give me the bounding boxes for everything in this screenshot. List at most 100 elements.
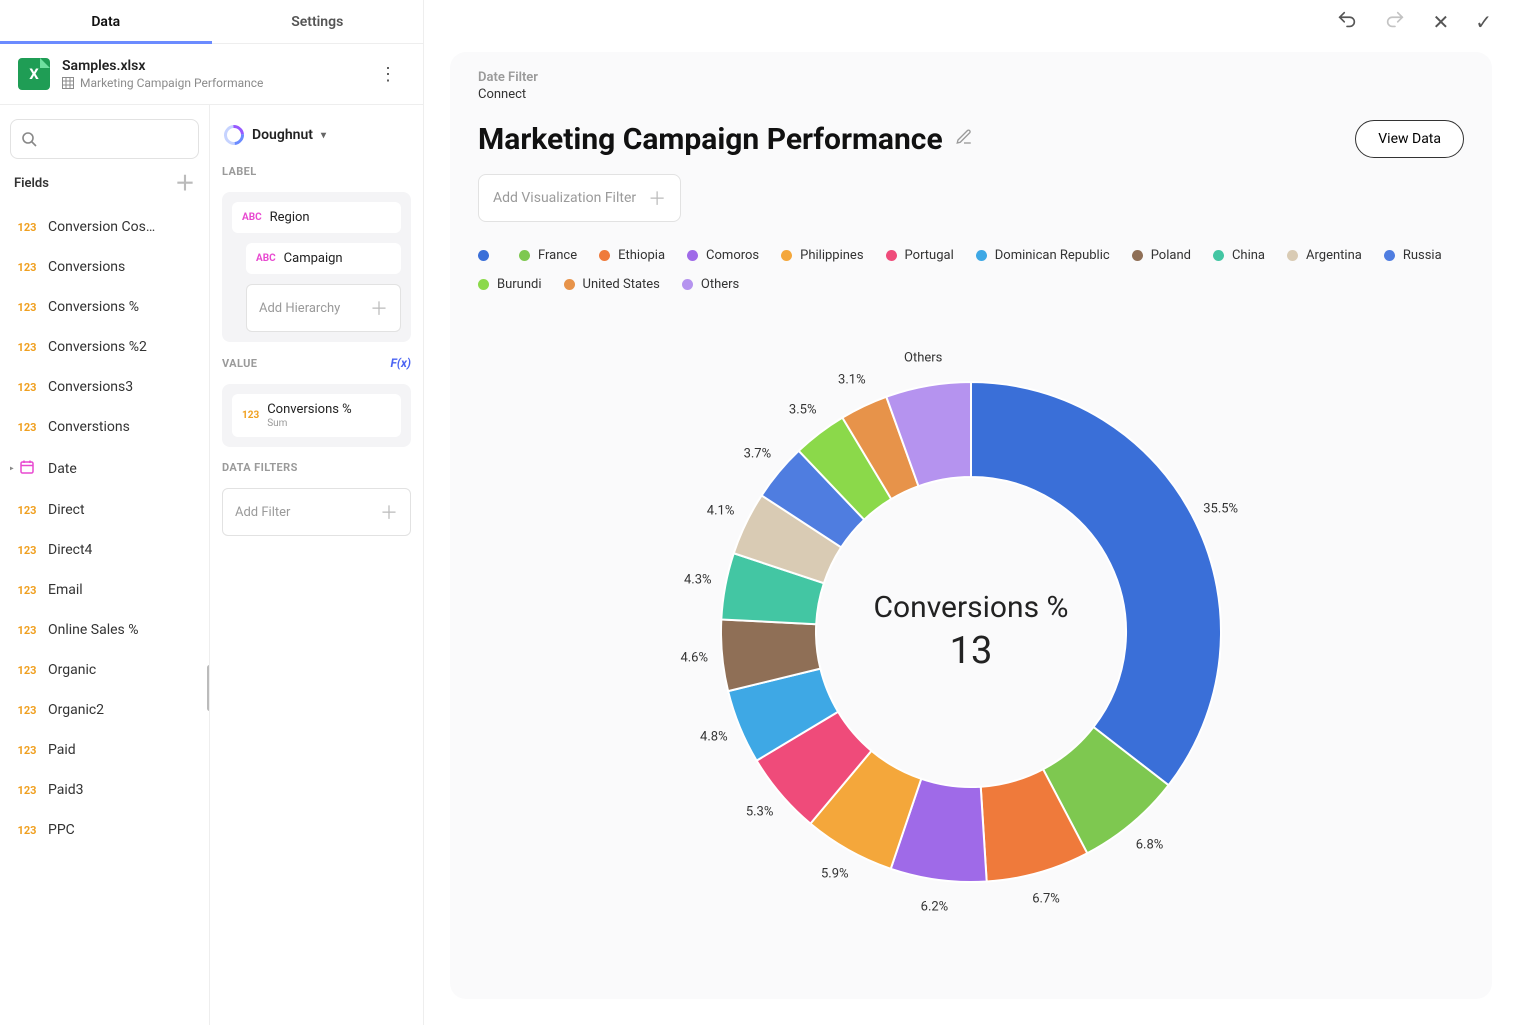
fields-column: Fields ＋ 123Conversion Cos…123Conversion… <box>0 105 210 1025</box>
field-name: Converstions <box>48 419 130 435</box>
slice-label: 6.8% <box>1136 837 1164 852</box>
legend-item[interactable]: France <box>519 248 577 263</box>
field-name: Direct <box>48 502 85 518</box>
undo-icon[interactable] <box>1336 9 1358 35</box>
chart-type-selector[interactable]: Doughnut ▾ <box>222 119 411 151</box>
field-name: Organic2 <box>48 702 104 718</box>
legend-item[interactable]: Others <box>682 277 739 292</box>
tab-settings[interactable]: Settings <box>212 0 424 43</box>
field-item[interactable]: 123Converstions <box>10 407 199 447</box>
fields-search-input[interactable] <box>10 119 199 159</box>
legend-item[interactable]: Comoros <box>687 248 759 263</box>
field-type-icon: 123 <box>14 824 40 837</box>
field-name: Conversion Cos… <box>48 219 155 235</box>
view-data-button[interactable]: View Data <box>1355 120 1464 158</box>
legend-item[interactable]: United States <box>564 277 660 292</box>
field-item[interactable]: 123 Direct <box>10 490 199 530</box>
field-type-text-icon: ABC <box>256 253 276 264</box>
source-more-icon[interactable]: ⋮ <box>371 60 405 89</box>
field-item[interactable]: 123 Email <box>10 570 199 610</box>
tab-data[interactable]: Data <box>0 0 212 43</box>
redo-icon[interactable] <box>1384 9 1406 35</box>
field-item[interactable]: 123Online Sales % <box>10 610 199 650</box>
field-type-icon: 123 <box>14 504 40 517</box>
add-field-button[interactable]: ＋ <box>175 173 195 193</box>
add-hierarchy-button[interactable]: Add Hierarchy ＋ <box>246 284 401 332</box>
legend-item[interactable]: Dominican Republic <box>976 248 1110 263</box>
field-item[interactable]: 123 Organic2 <box>10 690 199 730</box>
slice-label: Others <box>904 350 942 365</box>
field-type-icon: 123 <box>14 704 40 717</box>
legend-swatch <box>976 250 987 261</box>
field-item[interactable]: 123Conversions % <box>10 287 199 327</box>
plus-icon: ＋ <box>380 499 398 525</box>
label-pill-campaign[interactable]: ABC Campaign <box>246 243 401 274</box>
label-drop-zone[interactable]: ABC Region ABC Campaign Add Hierarchy ＋ <box>222 192 411 342</box>
legend-label: Russia <box>1403 248 1442 263</box>
field-type-icon: 123 <box>14 584 40 597</box>
legend-item[interactable]: Burundi <box>478 277 542 292</box>
legend-item[interactable]: Russia <box>1384 248 1442 263</box>
legend-swatch <box>1384 250 1395 261</box>
legend-swatch <box>682 279 693 290</box>
legend-swatch <box>1132 250 1143 261</box>
legend-item[interactable]: Portugal <box>886 248 954 263</box>
source-sheet-name: Marketing Campaign Performance <box>80 76 263 90</box>
field-type-icon: 123 <box>14 341 40 354</box>
slice-label: 3.7% <box>744 446 772 461</box>
field-item[interactable]: 123Conversions3 <box>10 367 199 407</box>
add-vis-filter-button[interactable]: Add Visualization Filter ＋ <box>478 174 681 222</box>
legend-item[interactable]: Ethiopia <box>599 248 665 263</box>
breadcrumb[interactable]: Date Filter Connect <box>478 70 1464 102</box>
add-data-filter-button[interactable]: Add Filter ＋ <box>222 488 411 536</box>
topbar: ✕ ✓ <box>424 0 1518 44</box>
field-item[interactable]: ▶Date <box>10 447 199 490</box>
chevron-right-icon: ▶ <box>10 463 14 474</box>
donut-slice[interactable] <box>971 382 1221 785</box>
value-pill-conversions[interactable]: 123 Conversions % Sum <box>232 394 401 437</box>
doughnut-chart[interactable]: Conversions % 13 35.5%6.8%6.7%6.2%5.9%5.… <box>691 352 1251 912</box>
edit-title-icon[interactable] <box>955 128 973 150</box>
fx-button[interactable]: F(x) <box>391 356 411 370</box>
legend-item[interactable]: China <box>1213 248 1265 263</box>
field-type-icon: 123 <box>14 744 40 757</box>
slice-label: 6.7% <box>1032 892 1060 907</box>
label-pill-region[interactable]: ABC Region <box>232 202 401 233</box>
legend-item[interactable] <box>478 248 497 263</box>
value-drop-zone[interactable]: 123 Conversions % Sum <box>222 384 411 447</box>
legend-label: Poland <box>1151 248 1191 263</box>
slice-label: 35.5% <box>1203 502 1238 517</box>
field-type-icon: 123 <box>14 544 40 557</box>
config-column: Doughnut ▾ LABEL ABC Region ABC Campaign… <box>210 105 423 1025</box>
legend-swatch <box>886 250 897 261</box>
legend-label: China <box>1232 248 1265 263</box>
slice-label: 5.3% <box>746 805 774 820</box>
legend-swatch <box>687 250 698 261</box>
field-type-icon: 123 <box>14 301 40 314</box>
field-item[interactable]: 123Conversions %2 <box>10 327 199 367</box>
close-icon[interactable]: ✕ <box>1432 10 1449 34</box>
section-label-datafilters: DATA FILTERS <box>222 461 411 474</box>
legend-item[interactable]: Argentina <box>1287 248 1362 263</box>
legend-label: Burundi <box>497 277 542 292</box>
field-item[interactable]: 123Paid3 <box>10 770 199 810</box>
slice-label: 5.9% <box>821 866 849 881</box>
main-panel: ✕ ✓ Date Filter Connect Marketing Campai… <box>424 0 1518 1025</box>
field-item[interactable]: 123Conversion Cos… <box>10 207 199 247</box>
field-item[interactable]: 123Conversions <box>10 247 199 287</box>
field-item[interactable]: 123Paid <box>10 730 199 770</box>
field-item[interactable]: 123Direct4 <box>10 530 199 570</box>
chart-type-label: Doughnut <box>252 127 313 143</box>
field-item[interactable]: 123Organic <box>10 650 199 690</box>
legend-item[interactable]: Poland <box>1132 248 1191 263</box>
field-name: Email <box>48 582 83 598</box>
slice-label: 4.3% <box>684 573 712 588</box>
field-item[interactable]: 123PPC <box>10 810 199 850</box>
legend-label: Argentina <box>1306 248 1362 263</box>
legend-item[interactable]: Philippines <box>781 248 863 263</box>
field-type-icon: 123 <box>14 261 40 274</box>
value-pill-name: Conversions % <box>267 402 352 417</box>
confirm-icon[interactable]: ✓ <box>1475 10 1492 34</box>
legend-swatch <box>599 250 610 261</box>
legend-label: Philippines <box>800 248 863 263</box>
